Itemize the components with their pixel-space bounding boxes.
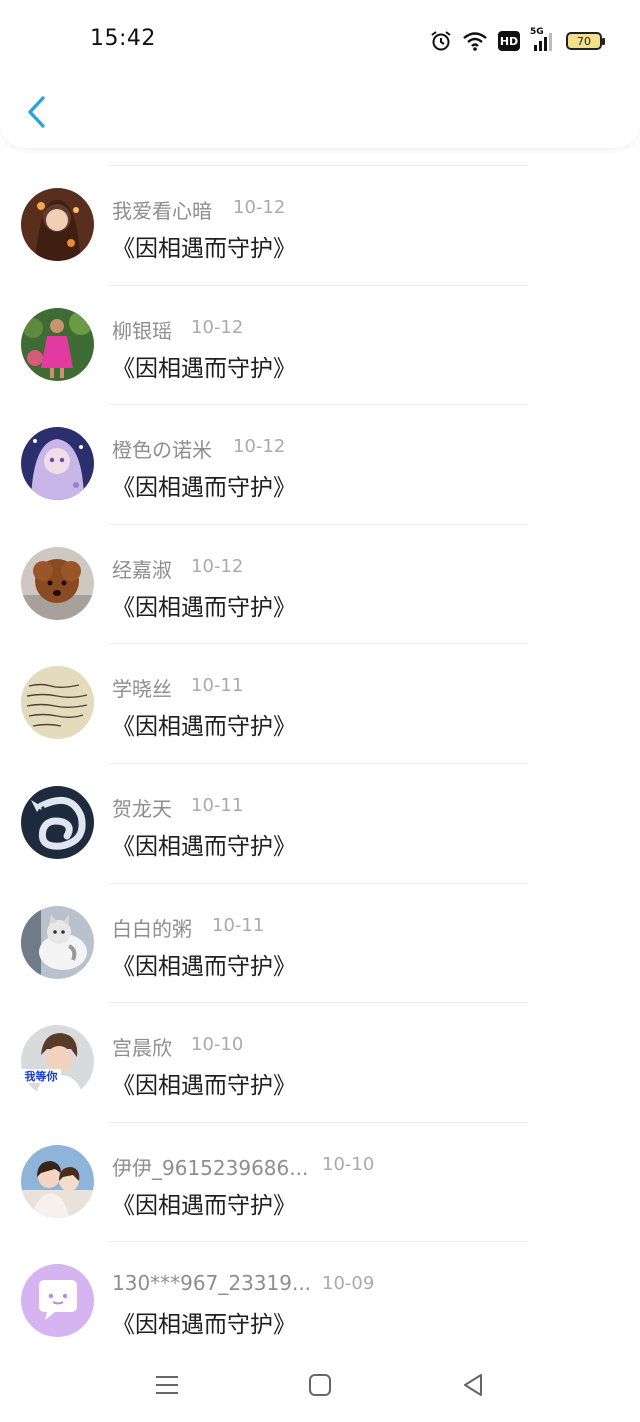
status-icons: HD 5G 70 — [430, 27, 605, 54]
home-button[interactable] — [300, 1368, 340, 1402]
poodle-avatar[interactable] — [21, 546, 94, 620]
list-item[interactable]: 我等你 宫晨欣 10-10 《因相遇而守护》 — [0, 1002, 640, 1122]
item-title: 《因相遇而守护》 — [112, 833, 296, 860]
girl-pink-dress-avatar[interactable] — [21, 307, 94, 381]
user-name: 130***967_23319... — [112, 1271, 312, 1296]
wifi-icon — [463, 32, 487, 51]
couple-photo-avatar[interactable] — [21, 1144, 94, 1218]
item-date: 10-11 — [191, 794, 244, 816]
user-name: 学晓丝 — [112, 677, 172, 702]
list-item[interactable]: 130***967_23319... 10-09 《因相遇而守护》 — [0, 1241, 640, 1361]
item-title: 《因相遇而守护》 — [112, 594, 296, 621]
item-title: 《因相遇而守护》 — [112, 236, 296, 262]
user-name: 柳银瑶 — [112, 318, 172, 343]
item-title: 《因相遇而守护》 — [112, 1073, 296, 1100]
handwriting-avatar[interactable] — [21, 666, 94, 740]
back-triangle-icon — [464, 1374, 482, 1396]
list-item[interactable]: 柳银瑶 10-12 《因相遇而守护》 — [0, 284, 640, 405]
list-item[interactable]: 橙色の诺米 10-12 《因相遇而守护》 — [0, 404, 640, 524]
back-button[interactable] — [18, 92, 54, 132]
item-date: 10-12 — [191, 555, 244, 577]
system-nav-bar — [0, 1352, 640, 1422]
battery-icon: 70 — [566, 32, 605, 50]
avatar-caption: 我等你 — [25, 1069, 58, 1083]
menu-icon — [156, 1376, 178, 1394]
list-item[interactable]: 白白的粥 10-11 《因相遇而守护》 — [0, 882, 640, 1003]
user-name: 经嘉淑 — [112, 557, 172, 582]
anime-girl-avatar[interactable] — [21, 188, 94, 261]
default-chat-avatar[interactable] — [21, 1264, 94, 1338]
user-name: 贺龙天 — [112, 796, 172, 821]
item-date: 10-12 — [233, 197, 286, 218]
anime-purple-avatar[interactable] — [21, 427, 94, 501]
alarm-icon — [431, 31, 451, 51]
user-name: 伊伊_9615239686... — [112, 1155, 309, 1180]
chevron-left-icon — [28, 96, 45, 128]
item-date: 10-11 — [191, 675, 244, 697]
item-date: 10-10 — [322, 1153, 375, 1175]
item-title: 《因相遇而守护》 — [112, 1192, 296, 1219]
list-item[interactable]: 学晓丝 10-11 《因相遇而守护》 — [0, 643, 640, 763]
item-title: 《因相遇而守护》 — [112, 355, 296, 382]
hd-icon: HD — [498, 31, 520, 51]
status-bar: 15:42 HD 5G 70 — [0, 0, 640, 80]
list-item[interactable]: 贺龙天 10-11 《因相遇而守护》 — [0, 762, 640, 883]
status-time: 15:42 — [90, 26, 156, 51]
list-item[interactable]: 经嘉淑 10-12 《因相遇而守护》 — [0, 523, 640, 644]
item-date: 10-10 — [191, 1034, 244, 1056]
system-back-button[interactable] — [453, 1368, 493, 1402]
dragon-avatar[interactable] — [21, 785, 94, 859]
boy-photo-avatar[interactable]: 我等你 — [21, 1025, 94, 1099]
user-name: 橙色の诺米 — [112, 438, 212, 463]
item-date: 10-09 — [322, 1273, 375, 1295]
signal-5g-icon: 5G — [530, 27, 556, 53]
item-date: 10-12 — [191, 316, 244, 338]
item-title: 《因相遇而守护》 — [112, 1312, 296, 1339]
menu-button[interactable] — [147, 1368, 187, 1402]
item-title: 《因相遇而守护》 — [112, 953, 296, 980]
item-date: 10-12 — [233, 436, 286, 458]
list-item[interactable]: 伊伊_9615239686... 10-10 《因相遇而守护》 — [0, 1121, 640, 1242]
user-name: 我爱看心暗 — [112, 199, 212, 223]
home-square-icon — [309, 1374, 331, 1396]
like-list: 我爱看心暗 10-12 《因相遇而守护》 柳银瑶 10-12 《因相遇而守护》 — [0, 165, 640, 1361]
user-name: 宫晨欣 — [112, 1036, 172, 1061]
battery-level: 70 — [577, 34, 591, 48]
item-date: 10-11 — [212, 914, 265, 936]
cat-avatar[interactable] — [21, 905, 94, 979]
item-title: 《因相遇而守护》 — [112, 714, 296, 741]
user-name: 白白的粥 — [112, 916, 192, 941]
item-title: 《因相遇而守护》 — [112, 475, 296, 502]
list-item[interactable]: 我爱看心暗 10-12 《因相遇而守护》 — [0, 165, 640, 285]
